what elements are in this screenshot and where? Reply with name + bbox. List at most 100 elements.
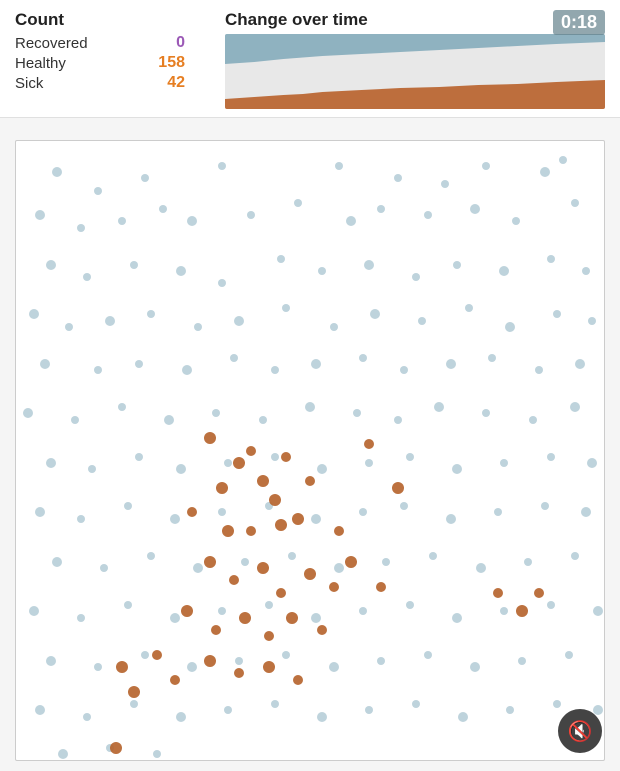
dot-healthy	[377, 205, 385, 213]
dot-sick	[152, 650, 162, 660]
dot-healthy	[311, 613, 321, 623]
chart-section: Change over time 0:18	[225, 10, 605, 109]
dot-healthy	[265, 601, 273, 609]
dot-healthy	[424, 211, 432, 219]
dot-healthy	[506, 706, 514, 714]
dot-sick	[239, 612, 251, 624]
sick-value: 42	[145, 74, 185, 92]
dot-healthy	[94, 187, 102, 195]
sick-label: Sick	[15, 75, 43, 92]
dot-canvas	[15, 140, 605, 761]
dot-healthy	[364, 260, 374, 270]
dot-healthy	[35, 507, 45, 517]
dot-sick	[222, 525, 234, 537]
dot-healthy	[529, 416, 537, 424]
sick-row: Sick 42	[15, 74, 185, 92]
dot-healthy	[58, 749, 68, 759]
dot-healthy	[394, 174, 402, 182]
dot-healthy	[429, 552, 437, 560]
dot-healthy	[587, 458, 597, 468]
dot-healthy	[282, 304, 290, 312]
dot-healthy	[559, 156, 567, 164]
dot-healthy	[582, 267, 590, 275]
dot-healthy	[271, 453, 279, 461]
dot-healthy	[359, 508, 367, 516]
dot-healthy	[176, 464, 186, 474]
dot-healthy	[277, 255, 285, 263]
dot-healthy	[182, 365, 192, 375]
dot-healthy	[453, 261, 461, 269]
dot-sick	[516, 605, 528, 617]
dot-healthy	[218, 508, 226, 516]
dot-healthy	[365, 459, 373, 467]
dot-healthy	[46, 458, 56, 468]
dot-healthy	[571, 552, 579, 560]
dot-healthy	[452, 464, 462, 474]
dot-healthy	[271, 366, 279, 374]
dot-healthy	[83, 273, 91, 281]
dot-sick	[281, 452, 291, 462]
dot-sick	[211, 625, 221, 635]
dot-healthy	[441, 180, 449, 188]
dot-sick	[233, 457, 245, 469]
dot-sick	[204, 556, 216, 568]
recovered-label: Recovered	[15, 35, 88, 52]
timer: 0:18	[553, 10, 605, 35]
dot-healthy	[434, 402, 444, 412]
dot-healthy	[65, 323, 73, 331]
dot-healthy	[118, 403, 126, 411]
dot-healthy	[141, 174, 149, 182]
dot-healthy	[176, 266, 186, 276]
dot-healthy	[400, 502, 408, 510]
dot-healthy	[224, 706, 232, 714]
dot-healthy	[147, 552, 155, 560]
dot-sick	[257, 475, 269, 487]
dot-healthy	[218, 607, 226, 615]
dot-healthy	[130, 261, 138, 269]
dot-healthy	[359, 607, 367, 615]
dot-healthy	[406, 601, 414, 609]
dot-healthy	[193, 563, 203, 573]
dot-healthy	[94, 366, 102, 374]
dot-healthy	[29, 309, 39, 319]
dot-sick	[376, 582, 386, 592]
dot-healthy	[88, 465, 96, 473]
dot-healthy	[334, 563, 344, 573]
dot-sick	[234, 668, 244, 678]
dot-healthy	[35, 705, 45, 715]
dot-healthy	[547, 601, 555, 609]
dot-sick	[345, 556, 357, 568]
dot-healthy	[147, 310, 155, 318]
dot-healthy	[452, 613, 462, 623]
count-section: Count Recovered 0 Healthy 158 Sick 42	[15, 10, 215, 94]
dot-sick	[263, 661, 275, 673]
dot-healthy	[170, 613, 180, 623]
dot-healthy	[330, 323, 338, 331]
healthy-label: Healthy	[15, 55, 66, 72]
dot-sick	[187, 507, 197, 517]
dot-healthy	[164, 415, 174, 425]
dot-healthy	[235, 657, 243, 665]
dot-healthy	[282, 651, 290, 659]
dot-healthy	[170, 514, 180, 524]
dot-healthy	[570, 402, 580, 412]
dot-healthy	[494, 508, 502, 516]
dot-healthy	[518, 657, 526, 665]
dot-healthy	[406, 453, 414, 461]
dot-healthy	[311, 359, 321, 369]
dot-healthy	[40, 359, 50, 369]
dot-healthy	[77, 614, 85, 622]
dot-sick	[275, 519, 287, 531]
dot-healthy	[71, 416, 79, 424]
dot-healthy	[234, 316, 244, 326]
dot-healthy	[535, 366, 543, 374]
dot-healthy	[446, 514, 456, 524]
area-chart	[225, 34, 605, 109]
dot-healthy	[553, 310, 561, 318]
dot-sick	[286, 612, 298, 624]
dot-healthy	[176, 712, 186, 722]
mute-button[interactable]: 🔇	[558, 709, 602, 753]
dot-healthy	[159, 205, 167, 213]
dot-sick	[128, 686, 140, 698]
recovered-row: Recovered 0	[15, 34, 185, 52]
